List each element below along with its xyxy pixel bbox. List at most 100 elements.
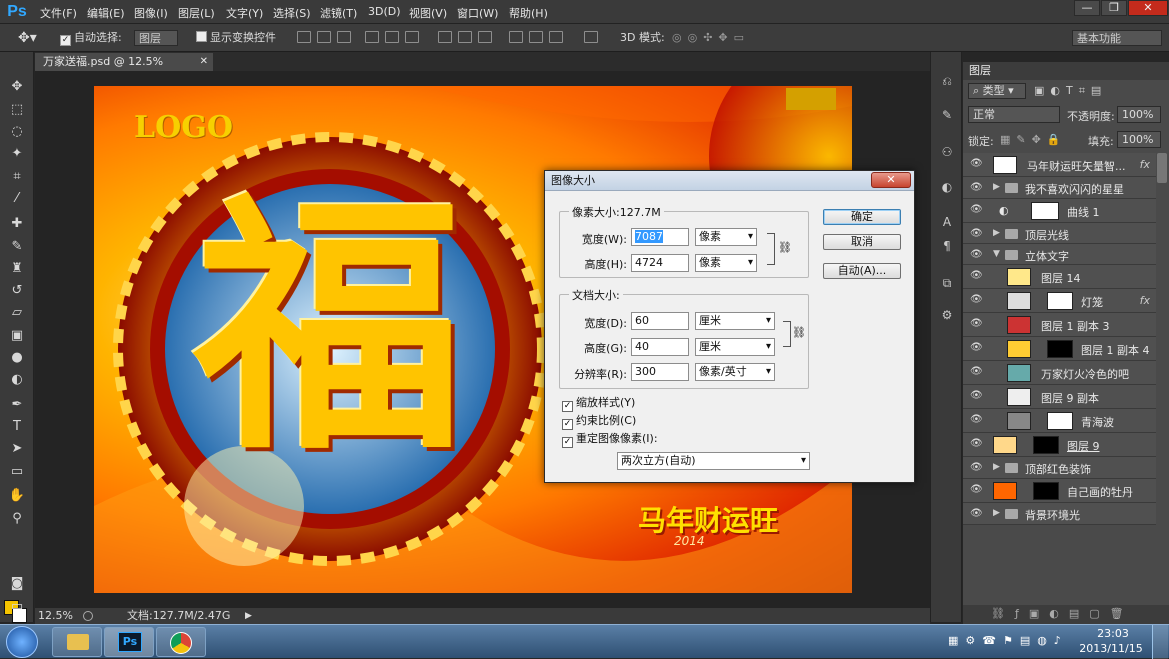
move-tool-icon[interactable]: ✥▾ [18,30,37,46]
menu-select[interactable]: 选择(S) [273,5,311,21]
visibility-eye-icon[interactable]: 👁 [970,438,983,450]
shape-tool-icon[interactable]: ▭ [7,463,27,481]
eraser-tool-icon[interactable]: ▱ [7,304,27,322]
collapse-arrow-icon[interactable]: ▼ [993,249,1000,259]
doc-width-unit-select[interactable]: 厘米 [695,312,775,330]
3d-tools-icons[interactable]: ◎◎✣✥▭ [672,30,750,46]
character-panel-icon[interactable]: A [938,215,956,231]
lock-icons[interactable]: ▦✎✥🔒 [1000,133,1067,146]
quick-mask-icon[interactable]: ◙ [7,575,27,593]
healing-brush-tool-icon[interactable]: ✚ [7,215,27,233]
taskbar-photoshop-button[interactable]: Ps [104,627,154,657]
layer-group-row[interactable]: 👁 ▶ 我不喜欢闪闪的星星 [963,177,1156,199]
layer-row[interactable]: 👁 万家灯火冷色的吧 [963,361,1156,385]
visibility-eye-icon[interactable]: 👁 [970,294,983,306]
doc-height-input[interactable]: 40 [631,338,689,356]
expand-arrow-icon[interactable]: ▶ [993,182,1000,192]
layer-group-row[interactable]: 👁 ▶ 顶层光线 [963,223,1156,244]
taskbar-explorer-button[interactable] [52,627,102,657]
move-tool-icon[interactable]: ✥ [7,78,27,96]
layers-scrollbar[interactable] [1157,153,1167,183]
scale-styles-checkbox[interactable]: ✓ 缩放样式(Y) [562,396,635,412]
height-unit-select[interactable]: 像素 [695,254,757,272]
workspace-dropdown[interactable]: 基本功能 [1072,30,1162,46]
zoom-tool-icon[interactable]: ⚲ [7,510,27,528]
visibility-eye-icon[interactable]: 👁 [970,228,983,240]
layer-row[interactable]: 👁 马年财运旺矢量智... fx [963,153,1156,177]
gradient-tool-icon[interactable]: ▣ [7,327,27,345]
dialog-close-button[interactable]: ✕ [871,172,911,188]
resolution-input[interactable]: 300 [631,363,689,381]
visibility-eye-icon[interactable]: 👁 [970,182,983,194]
align-vcenter-icon[interactable] [317,31,331,43]
taskbar-chrome-button[interactable] [156,627,206,657]
layer-row[interactable]: 👁 图层 14 [963,265,1156,289]
layer-comps-icon[interactable]: ⧉ [938,276,956,292]
type-tool-icon[interactable]: T [7,418,27,436]
layer-row[interactable]: 👁 图层 1 副本 3 [963,313,1156,337]
visibility-eye-icon[interactable]: 👁 [970,204,983,216]
brush-tool-icon[interactable]: ✎ [7,238,27,256]
layer-row[interactable]: 👁 图层 9 副本 [963,385,1156,409]
expand-arrow-icon[interactable]: ▶ [993,228,1000,238]
layer-group-row[interactable]: 👁 ▼ 立体文字 [963,244,1156,265]
auto-align-icon[interactable] [584,31,598,43]
layer-row[interactable]: 👁 ◐ 曲线 1 [963,199,1156,223]
layer-row[interactable]: 👁 图层 9 [963,433,1156,457]
align-right-icon[interactable] [405,31,419,43]
layer-row[interactable]: 👁 灯笼 fx [963,289,1156,313]
menu-edit[interactable]: 编辑(E) [87,5,125,21]
menu-filter[interactable]: 滤镜(T) [320,5,357,21]
visibility-eye-icon[interactable]: 👁 [970,318,983,330]
visibility-eye-icon[interactable]: 👁 [970,270,983,282]
restore-button[interactable]: ❐ [1101,0,1127,16]
clone-stamp-tool-icon[interactable]: ♜ [7,260,27,278]
menu-layer[interactable]: 图层(L) [178,5,215,21]
menu-type[interactable]: 文字(Y) [226,5,263,21]
distribute-bottom-icon[interactable] [478,31,492,43]
pen-tool-icon[interactable]: ✒ [7,396,27,414]
menu-view[interactable]: 视图(V) [409,5,447,21]
visibility-eye-icon[interactable]: 👁 [970,366,983,378]
distribute-top-icon[interactable] [438,31,452,43]
clock-time[interactable]: 23:03 [1090,627,1136,640]
blur-tool-icon[interactable]: ● [7,349,27,367]
layer-effects-icon[interactable]: fx [1140,158,1150,171]
properties-panel-icon[interactable]: ⚙ [938,308,956,324]
align-hcenter-icon[interactable] [385,31,399,43]
auto-select-dropdown[interactable]: 图层 [134,30,178,46]
fill-input[interactable]: 100% [1117,131,1161,148]
history-panel-icon[interactable]: ⎌ [938,74,956,90]
expand-arrow-icon[interactable]: ▶ [993,462,1000,472]
visibility-eye-icon[interactable]: 👁 [970,158,983,170]
history-brush-tool-icon[interactable]: ↺ [7,282,27,300]
menu-help[interactable]: 帮助(H) [509,5,548,21]
show-transform-checkbox[interactable]: 显示变换控件 [196,30,276,46]
system-tray-icons[interactable]: ▦⚙☎⚑▤◍♪ [948,634,1068,647]
resample-method-select[interactable]: 两次立方(自动) [617,452,810,470]
layer-row[interactable]: 👁 青海波 [963,409,1156,433]
menu-file[interactable]: 文件(F) [40,5,77,21]
height-input[interactable]: 4724 [631,254,689,272]
align-top-icon[interactable] [297,31,311,43]
resolution-unit-select[interactable]: 像素/英寸 [695,363,775,381]
resample-checkbox[interactable]: ✓ 重定图像像素(I): [562,432,658,448]
magic-wand-tool-icon[interactable]: ✦ [7,145,27,163]
visibility-eye-icon[interactable]: 👁 [970,462,983,474]
width-input[interactable]: 7087 [631,228,689,246]
dodge-tool-icon[interactable]: ◐ [7,371,27,389]
visibility-eye-icon[interactable]: 👁 [970,414,983,426]
width-unit-select[interactable]: 像素 [695,228,757,246]
visibility-eye-icon[interactable]: 👁 [970,342,983,354]
show-desktop-button[interactable] [1152,625,1168,659]
layer-group-row[interactable]: 👁 ▶ 背景环境光 [963,503,1156,525]
start-button[interactable] [6,626,38,658]
status-menu-arrow-icon[interactable]: ▶ [245,608,252,624]
layer-group-row[interactable]: 👁 ▶ 顶部红色装饰 [963,457,1156,479]
doc-height-unit-select[interactable]: 厘米 [695,338,775,356]
constrain-proportions-checkbox[interactable]: ✓ 约束比例(C) [562,414,636,430]
lasso-tool-icon[interactable]: ◌ [7,123,27,141]
hand-tool-icon[interactable]: ✋ [7,487,27,505]
zoom-level[interactable]: 12.5% [38,608,73,624]
auto-select-checkbox[interactable]: ✓ 自动选择: [60,30,122,46]
